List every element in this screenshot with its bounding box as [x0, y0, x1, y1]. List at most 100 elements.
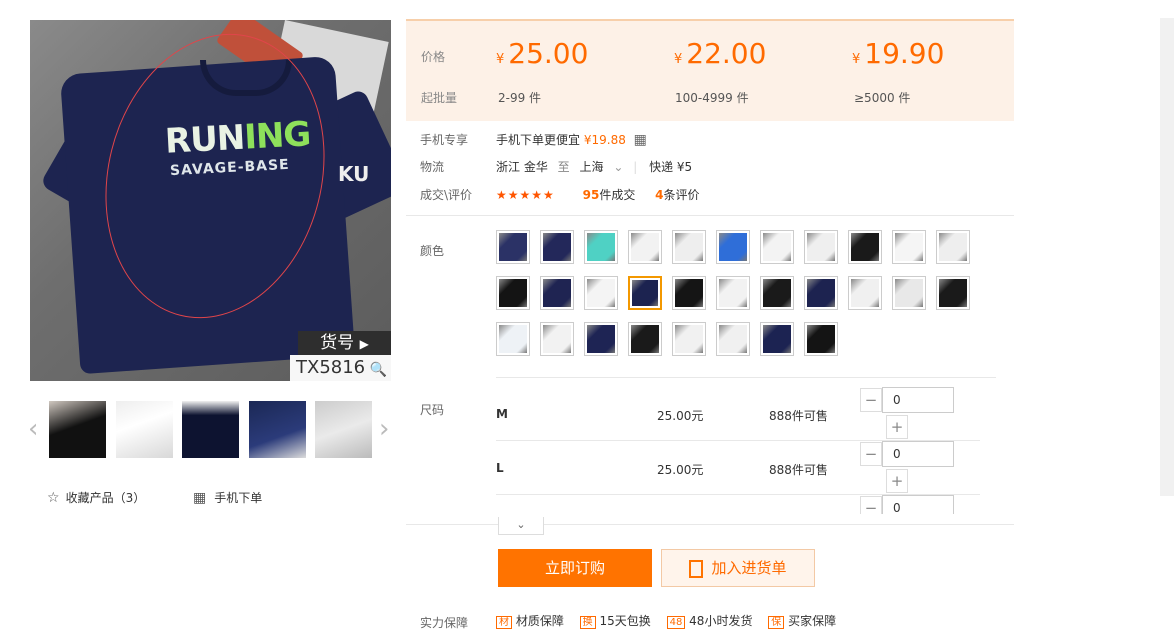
- star-outline-icon: ☆: [47, 490, 60, 506]
- color-swatch[interactable]: [760, 322, 794, 356]
- zoom-icon[interactable]: 🔍: [370, 357, 387, 381]
- quantity-input[interactable]: 0: [882, 441, 954, 467]
- mobile-exclusive-row: 手机下单更便宜 ¥19.88 ▦: [496, 131, 647, 148]
- chevron-down-icon[interactable]: ⌄: [498, 517, 544, 535]
- order-now-button[interactable]: 立即订购: [498, 549, 652, 587]
- swatch-image: [851, 279, 879, 307]
- swatch-image: [719, 279, 747, 307]
- swatch-image: [543, 233, 571, 261]
- color-swatch[interactable]: [848, 230, 882, 264]
- guarantee-item: 材质保障: [515, 614, 564, 628]
- color-swatch[interactable]: [496, 276, 530, 310]
- favorite-product-link[interactable]: ☆ 收藏产品（3）: [47, 489, 145, 506]
- decrement-button[interactable]: −: [860, 442, 882, 466]
- size-list[interactable]: M 25.00元 888件可售 − 0 + L 25.00元 888件可售 − …: [496, 378, 996, 514]
- exchange-icon: 换: [579, 616, 596, 629]
- swatch-image: [807, 325, 835, 353]
- thumbnail[interactable]: [116, 401, 173, 458]
- size-price: 25.00元: [657, 409, 704, 423]
- thumbnail[interactable]: [182, 401, 239, 458]
- increment-button[interactable]: +: [886, 469, 908, 493]
- color-swatch[interactable]: [760, 276, 794, 310]
- deal-unit[interactable]: 件成交: [599, 188, 635, 202]
- ship-to-select[interactable]: 上海: [580, 160, 604, 174]
- price-label: 价格: [421, 50, 446, 64]
- mobile-exclusive-label: 手机专享: [420, 133, 469, 147]
- color-swatch[interactable]: [936, 276, 970, 310]
- swatch-image: [763, 233, 791, 261]
- qr-code-icon: ▦: [193, 490, 207, 506]
- quantity-input[interactable]: 0: [882, 387, 954, 413]
- color-swatch[interactable]: [584, 230, 618, 264]
- swatch-image: [895, 233, 923, 261]
- increment-button[interactable]: +: [886, 415, 908, 439]
- decrement-button[interactable]: −: [860, 496, 882, 514]
- color-swatch[interactable]: [804, 276, 838, 310]
- color-swatch[interactable]: [936, 230, 970, 264]
- color-swatch[interactable]: [496, 322, 530, 356]
- swatch-image: [631, 325, 659, 353]
- color-swatch[interactable]: [540, 276, 574, 310]
- deal-count[interactable]: 95: [583, 188, 600, 202]
- color-swatch[interactable]: [540, 230, 574, 264]
- qty-tier-3: ≥5000 件: [854, 91, 911, 105]
- swatch-image: [675, 233, 703, 261]
- logistics-label: 物流: [420, 160, 445, 174]
- buyer-protection-icon: 保: [768, 616, 785, 629]
- size-name: M: [496, 407, 508, 421]
- color-swatch[interactable]: [716, 276, 750, 310]
- color-swatch[interactable]: [892, 276, 926, 310]
- color-swatch[interactable]: [848, 276, 882, 310]
- rating-stars: ★★★★★: [496, 188, 555, 202]
- color-swatch[interactable]: [540, 322, 574, 356]
- chevron-left-icon[interactable]: ‹: [28, 414, 38, 444]
- thumbnail[interactable]: [315, 401, 372, 458]
- price-panel: 价格 起批量 ¥25.00 2-99 件 ¥22.00 100-4999 件 ¥…: [406, 19, 1014, 121]
- color-swatch[interactable]: [628, 230, 662, 264]
- thumbnail[interactable]: [249, 401, 306, 458]
- swatch-image: [763, 325, 791, 353]
- color-swatch[interactable]: [628, 276, 662, 310]
- to-word: 至: [557, 160, 570, 174]
- swatch-image: [763, 279, 791, 307]
- guarantee-label: 实力保障: [420, 616, 469, 630]
- shipping-fee: 快递 ¥5: [649, 160, 693, 174]
- color-swatch[interactable]: [628, 322, 662, 356]
- quantity-input[interactable]: 0: [882, 495, 954, 514]
- color-swatch[interactable]: [760, 230, 794, 264]
- color-swatch[interactable]: [584, 322, 618, 356]
- swatch-image: [719, 233, 747, 261]
- swatch-image: [675, 325, 703, 353]
- mobile-exclusive-text: 手机下单更便宜: [496, 133, 581, 147]
- thumbnail[interactable]: [49, 401, 106, 458]
- chevron-down-icon[interactable]: ⌄: [613, 160, 623, 174]
- swatch-image: [499, 279, 527, 307]
- chevron-right-icon[interactable]: ›: [379, 414, 389, 444]
- mobile-price: ¥19.88: [583, 133, 626, 147]
- color-swatch[interactable]: [804, 322, 838, 356]
- color-swatch[interactable]: [716, 322, 750, 356]
- color-swatch[interactable]: [672, 322, 706, 356]
- scrollbar[interactable]: [1160, 18, 1174, 496]
- ship-from: 浙江 金华: [496, 160, 548, 174]
- add-to-cart-button[interactable]: 加入进货单: [661, 549, 815, 587]
- color-swatch[interactable]: [672, 276, 706, 310]
- color-swatch[interactable]: [892, 230, 926, 264]
- guarantee-item: 15天包换: [599, 614, 651, 628]
- color-swatch[interactable]: [496, 230, 530, 264]
- review-count[interactable]: 4: [655, 188, 663, 202]
- color-swatch[interactable]: [716, 230, 750, 264]
- color-swatch[interactable]: [672, 230, 706, 264]
- color-swatch[interactable]: [584, 276, 618, 310]
- decrement-button[interactable]: −: [860, 388, 882, 412]
- swatch-image: [895, 279, 923, 307]
- mobile-order-link[interactable]: ▦ 手机下单: [193, 489, 262, 506]
- review-unit[interactable]: 条评价: [664, 188, 700, 202]
- color-swatch[interactable]: [804, 230, 838, 264]
- swatch-image: [499, 325, 527, 353]
- min-qty-label: 起批量: [421, 91, 458, 105]
- guarantee-list: 材 材质保障 换 15天包换 48 48小时发货 保 买家保障: [496, 612, 836, 629]
- guarantee-item: 买家保障: [788, 614, 837, 628]
- main-product-image: RUNING SAVAGE-BASE KU 货号 ▶ TX5816 🔍: [30, 20, 391, 381]
- qr-code-icon[interactable]: ▦: [634, 132, 647, 148]
